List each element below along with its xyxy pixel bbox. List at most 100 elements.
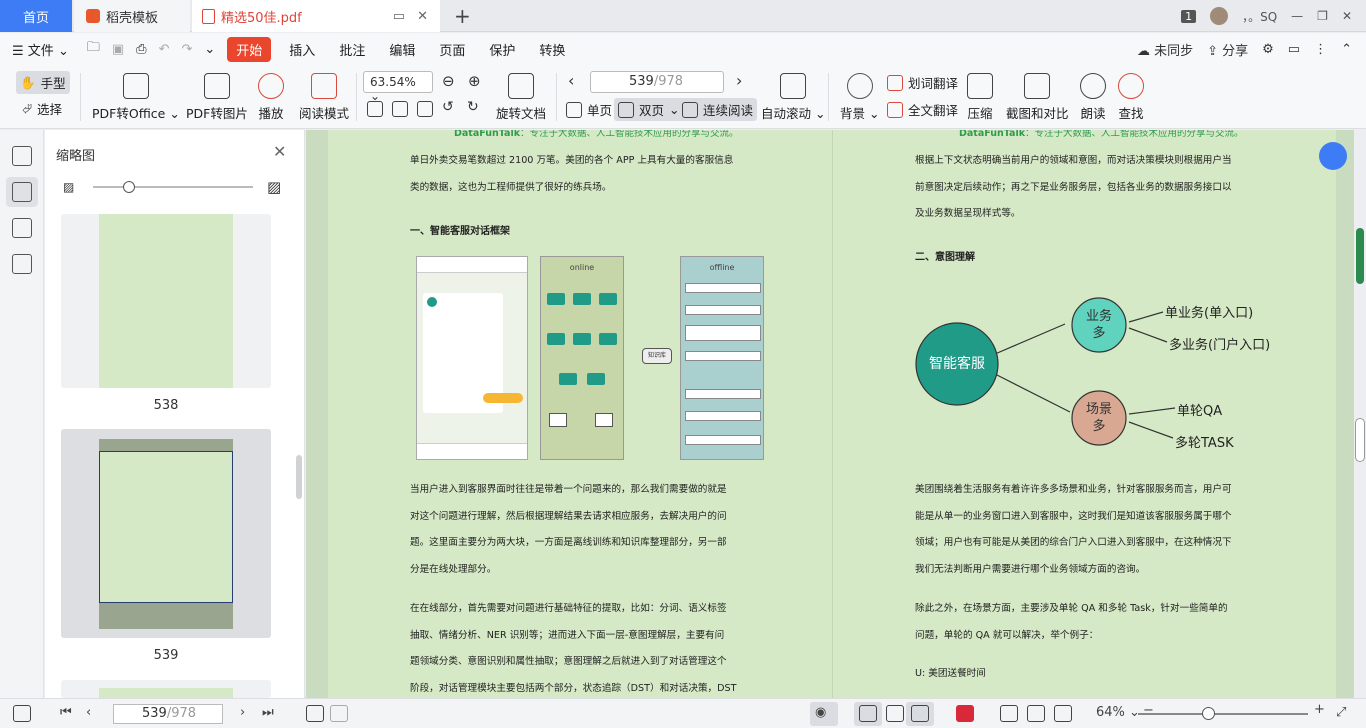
select-tool-button[interactable]: ⮰ 选择 bbox=[22, 99, 62, 118]
continuous-read-button[interactable]: 连续阅读 bbox=[678, 98, 758, 121]
quick-access-dropdown-icon[interactable]: ⌄ bbox=[198, 42, 221, 57]
close-window-icon[interactable]: ✕ bbox=[1342, 9, 1352, 23]
open-folder-icon[interactable]: 🗀 bbox=[81, 38, 106, 60]
user-name[interactable]: ，。SQ bbox=[1242, 8, 1277, 25]
bookmark-icon[interactable] bbox=[12, 146, 32, 166]
thumbnail-540[interactable] bbox=[61, 680, 271, 698]
tab-float-icon[interactable]: ▭ bbox=[393, 9, 405, 24]
status-zoom-select[interactable]: 64% ⌄ bbox=[1096, 705, 1140, 720]
fit-width-icon[interactable] bbox=[417, 101, 433, 117]
attachment-icon[interactable] bbox=[12, 218, 32, 238]
menu-edit[interactable]: 编辑 bbox=[377, 40, 427, 59]
thumbnail-scrollbar[interactable] bbox=[296, 455, 302, 499]
thumbnail-538[interactable] bbox=[61, 214, 271, 388]
tab-template[interactable]: 稻壳模板 bbox=[74, 0, 190, 32]
scroll-position-handle[interactable] bbox=[1355, 418, 1365, 462]
tab-pdf-document[interactable]: 精选50佳.pdf ▭ ✕ bbox=[192, 0, 440, 32]
redo-icon[interactable]: ↷ bbox=[175, 42, 198, 57]
minimize-icon[interactable]: — bbox=[1291, 9, 1303, 23]
zoom-slider-knob[interactable] bbox=[1202, 707, 1215, 720]
play-button[interactable]: 播放 bbox=[258, 73, 284, 122]
menu-protect[interactable]: 保护 bbox=[477, 40, 527, 59]
signature-icon[interactable] bbox=[12, 254, 32, 274]
save-icon[interactable]: ▣ bbox=[106, 42, 130, 57]
actual-size-icon[interactable] bbox=[367, 101, 383, 117]
large-image-icon[interactable]: ▨ bbox=[267, 178, 281, 196]
slider-knob[interactable] bbox=[123, 181, 135, 193]
rotate-document-button[interactable]: 旋转文档 bbox=[496, 73, 546, 122]
pdf-to-office-text: PDF转Office bbox=[92, 106, 166, 121]
first-page-icon[interactable]: ⏮ bbox=[60, 705, 72, 720]
thumbnail-539[interactable] bbox=[61, 429, 271, 638]
prev-page-icon[interactable]: ‹ bbox=[568, 71, 574, 90]
more-icon[interactable]: ⋮ bbox=[1314, 42, 1327, 57]
read-aloud-button[interactable]: 朗读 bbox=[1080, 73, 1106, 122]
vertical-scrollbar[interactable] bbox=[1354, 130, 1366, 698]
fit-page-icon[interactable] bbox=[1027, 705, 1045, 722]
avatar[interactable] bbox=[1210, 7, 1229, 25]
actual-size-icon[interactable] bbox=[1000, 705, 1018, 722]
collapse-ribbon-icon[interactable]: ⌃ bbox=[1341, 42, 1352, 57]
word-translate-button[interactable]: 划词翻译 bbox=[887, 73, 958, 92]
auto-scroll-button[interactable]: 自动滚动 ⌄ bbox=[761, 73, 825, 122]
hand-tool-button[interactable]: ✋ 手型 bbox=[16, 71, 70, 94]
pdf-to-office-button[interactable]: PDF转Office ⌄ bbox=[92, 73, 180, 122]
floating-tool-icon[interactable] bbox=[1319, 142, 1347, 170]
close-panel-icon[interactable]: ✕ bbox=[273, 142, 286, 161]
scrollbar-thumb[interactable] bbox=[1356, 228, 1364, 284]
zoom-out-icon[interactable]: ⊖ bbox=[442, 72, 455, 90]
zoom-select[interactable]: 63.54% ⌄ bbox=[363, 71, 433, 103]
file-menu-label: 文件 bbox=[27, 43, 54, 59]
next-page-icon[interactable]: › bbox=[736, 71, 742, 90]
window-count-badge[interactable]: 1 bbox=[1181, 9, 1197, 23]
new-tab-plus-icon[interactable]: + bbox=[454, 4, 471, 28]
restore-icon[interactable]: ❐ bbox=[1317, 9, 1328, 23]
status-zoom-in-icon[interactable]: + bbox=[1314, 702, 1325, 717]
play-slideshow-icon[interactable] bbox=[956, 705, 974, 722]
zoom-slider[interactable] bbox=[1138, 713, 1308, 715]
sidebar-toggle-icon[interactable] bbox=[13, 705, 31, 722]
share-button[interactable]: ⇪ 分享 bbox=[1207, 40, 1248, 59]
prev-page-icon[interactable]: ‹ bbox=[86, 705, 91, 720]
file-menu[interactable]: ☰ 文件 ⌄ bbox=[0, 40, 81, 59]
full-translate-button[interactable]: 全文翻译 bbox=[887, 100, 958, 119]
find-button[interactable]: 查找 bbox=[1118, 73, 1144, 122]
text-line: 类的数据，这也为工程师提供了很好的练兵场。 bbox=[410, 181, 612, 193]
undo-icon[interactable]: ↶ bbox=[153, 42, 176, 57]
menu-annotate[interactable]: 批注 bbox=[327, 40, 377, 59]
page-number-input[interactable]: 539/978 bbox=[590, 71, 724, 93]
comment-icon[interactable]: ▭ bbox=[1288, 42, 1300, 57]
sync-status[interactable]: ☁ 未同步 bbox=[1137, 40, 1193, 59]
status-zoom-out-icon[interactable]: − bbox=[1143, 703, 1154, 718]
settings-gear-icon[interactable]: ⚙ bbox=[1262, 42, 1274, 57]
read-mode-button[interactable]: 阅读模式 bbox=[299, 73, 349, 122]
tab-close-icon[interactable]: ✕ bbox=[417, 9, 428, 24]
zoom-in-icon[interactable]: ⊕ bbox=[468, 72, 481, 90]
forward-icon[interactable] bbox=[330, 705, 348, 722]
fullscreen-icon[interactable]: ⤢ bbox=[1336, 705, 1346, 720]
back-icon[interactable] bbox=[306, 705, 324, 722]
menu-start[interactable]: 开始 bbox=[227, 36, 272, 62]
background-button[interactable]: 背景 ⌄ bbox=[840, 73, 879, 122]
single-page-button[interactable]: 单页 bbox=[566, 100, 612, 119]
next-page-icon[interactable]: › bbox=[240, 705, 245, 720]
last-page-icon[interactable]: ⏭ bbox=[262, 705, 274, 720]
menu-page[interactable]: 页面 bbox=[427, 40, 477, 59]
small-image-icon[interactable]: ▨ bbox=[63, 180, 74, 194]
fit-page-icon[interactable] bbox=[392, 101, 408, 117]
page-view-icon[interactable] bbox=[886, 705, 904, 722]
status-page-input[interactable]: 539/978 bbox=[113, 704, 223, 724]
screenshot-compare-button[interactable]: 截图和对比 bbox=[1006, 73, 1069, 122]
thumbnail-icon[interactable] bbox=[12, 182, 32, 202]
compress-button[interactable]: 压缩 bbox=[967, 73, 993, 122]
menu-convert[interactable]: 转换 bbox=[527, 40, 577, 59]
rotate-left-icon[interactable]: ↺ bbox=[442, 99, 454, 115]
fit-width-icon[interactable] bbox=[1054, 705, 1072, 722]
double-page-button[interactable]: 双页 ⌄ bbox=[614, 98, 684, 121]
thumbnail-size-slider[interactable] bbox=[93, 186, 253, 188]
tab-home[interactable]: 首页 bbox=[0, 0, 72, 32]
print-icon[interactable]: ⎙ bbox=[130, 42, 152, 57]
menu-insert[interactable]: 插入 bbox=[277, 40, 327, 59]
pdf-to-image-button[interactable]: PDF转图片 bbox=[186, 73, 248, 122]
rotate-right-icon[interactable]: ↻ bbox=[467, 99, 479, 115]
